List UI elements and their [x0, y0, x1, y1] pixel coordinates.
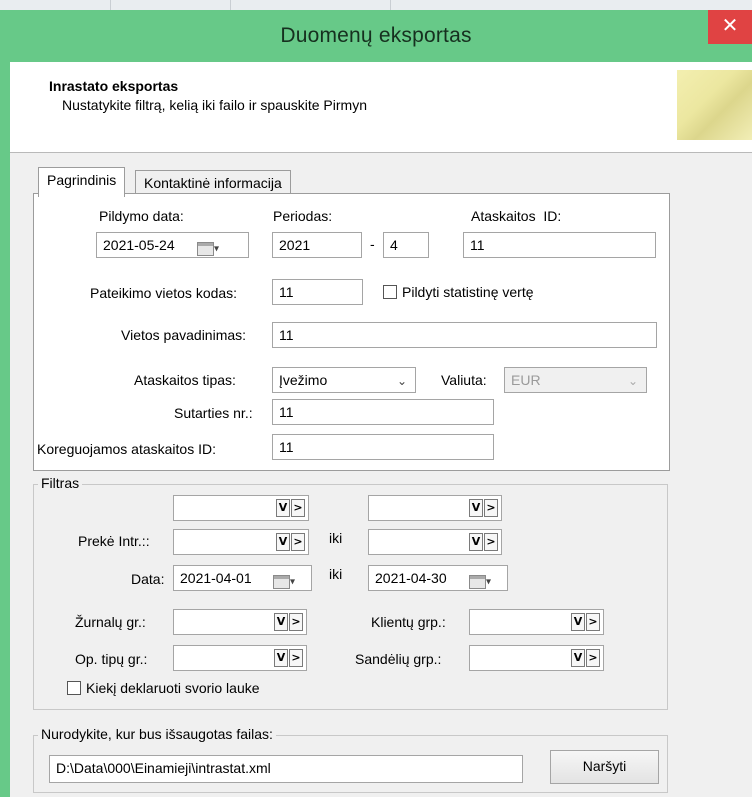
valiuta-value: EUR	[511, 372, 541, 388]
arrow-right-icon[interactable]: >	[291, 533, 305, 551]
pildymo-data-picker[interactable]: 2021-05-24 ▾	[96, 232, 249, 258]
file-group-label: Nurodykite, kur bus išsaugotas failas:	[38, 726, 276, 742]
sandeliu-grp-input[interactable]: V >	[469, 645, 604, 671]
file-path-input[interactable]: D:\Data\000\Einamieji\intrastat.xml	[49, 755, 523, 783]
close-icon: ✕	[721, 13, 739, 37]
header-image	[677, 70, 752, 140]
filter-icon[interactable]: V	[274, 649, 288, 667]
calendar-icon[interactable]	[197, 242, 214, 257]
arrow-right-icon[interactable]: >	[484, 533, 498, 551]
koreguojamos-ataskaitos-id-label: Koreguojamos ataskaitos ID:	[37, 441, 216, 457]
zurnalu-gr-label: Žurnalų gr.:	[75, 614, 146, 630]
preke-extra-to-input[interactable]: V >	[368, 495, 502, 521]
date-to-picker[interactable]: 2021-04-30 ▾	[368, 565, 508, 591]
vietos-pavadinimas-input[interactable]: 11	[272, 322, 657, 348]
ataskaitos-tipas-select[interactable]: Įvežimo ⌄	[272, 367, 416, 393]
pildyti-statistine-verte-checkbox[interactable]	[383, 285, 397, 299]
periodas-year-input[interactable]: 2021	[272, 232, 362, 258]
ataskaitos-tipas-value: Įvežimo	[279, 372, 328, 388]
date-from-picker[interactable]: 2021-04-01 ▾	[173, 565, 312, 591]
dropdown-caret-icon[interactable]: ▾	[290, 576, 295, 587]
header-subtitle: Nustatykite filtrą, kelią iki failo ir s…	[62, 97, 367, 113]
filter-icon[interactable]: V	[276, 533, 290, 551]
vietos-pavadinimas-label: Vietos pavadinimas:	[121, 327, 247, 343]
klientu-grp-label: Klientų grp.:	[371, 614, 446, 630]
sutarties-nr-input[interactable]: 11	[272, 399, 494, 425]
filter-icon[interactable]: V	[274, 613, 288, 631]
preke-intr-label: Prekė Intr.::	[78, 533, 150, 549]
dropdown-caret-icon[interactable]: ▾	[214, 243, 219, 254]
pateikimo-vietos-kodas-input[interactable]: 11	[272, 279, 363, 305]
chevron-down-icon: ⌄	[627, 374, 638, 388]
zurnalu-gr-input[interactable]: V >	[173, 609, 307, 635]
chevron-down-icon: ⌄	[396, 374, 407, 388]
op-tipu-gr-input[interactable]: V >	[173, 645, 307, 671]
top-strip	[0, 0, 752, 10]
filter-icon[interactable]: V	[571, 649, 585, 667]
date-iki-label: iki	[329, 566, 343, 582]
close-button[interactable]: ✕	[708, 10, 752, 44]
periodas-separator: -	[370, 236, 375, 252]
arrow-right-icon[interactable]: >	[291, 499, 305, 517]
header-title: Inrastato eksportas	[49, 78, 179, 94]
arrow-right-icon[interactable]: >	[289, 649, 303, 667]
pildymo-data-label: Pildymo data:	[99, 208, 184, 224]
preke-extra-from-input[interactable]: V >	[173, 495, 309, 521]
browse-button[interactable]: Naršyti	[550, 750, 659, 784]
periodas-month-input[interactable]: 4	[383, 232, 429, 258]
window-title: Duomenų eksportas	[280, 24, 472, 47]
koreguojamos-ataskaitos-id-input[interactable]: 11	[272, 434, 494, 460]
dropdown-caret-icon[interactable]: ▾	[486, 576, 491, 587]
calendar-icon[interactable]	[469, 575, 486, 590]
pildymo-data-value: 2021-05-24	[103, 237, 175, 253]
preke-iki-label: iki	[329, 530, 343, 546]
data-label: Data:	[131, 571, 165, 587]
filter-icon[interactable]: V	[571, 613, 585, 631]
valiuta-select: EUR ⌄	[504, 367, 647, 393]
window-left-edge	[0, 62, 10, 797]
filter-group-label: Filtras	[38, 475, 83, 491]
sandeliu-grp-label: Sandėlių grp.:	[355, 651, 442, 667]
filter-group	[33, 484, 668, 710]
filter-icon[interactable]: V	[469, 533, 483, 551]
tab-pagrindinis[interactable]: Pagrindinis	[38, 167, 126, 197]
arrow-right-icon[interactable]: >	[484, 499, 498, 517]
date-to-value: 2021-04-30	[375, 570, 447, 586]
calendar-icon[interactable]	[273, 575, 290, 590]
arrow-right-icon[interactable]: >	[586, 613, 600, 631]
ataskaitos-tipas-label: Ataskaitos tipas:	[134, 372, 236, 388]
kieki-deklaruoti-label: Kiekį deklaruoti svorio lauke	[86, 680, 260, 696]
valiuta-label: Valiuta:	[441, 372, 487, 388]
kieki-deklaruoti-checkbox[interactable]	[67, 681, 81, 695]
sutarties-nr-label: Sutarties nr.:	[174, 405, 253, 421]
arrow-right-icon[interactable]: >	[586, 649, 600, 667]
klientu-grp-input[interactable]: V >	[469, 609, 604, 635]
preke-intr-to-input[interactable]: V >	[368, 529, 502, 555]
date-from-value: 2021-04-01	[180, 570, 252, 586]
filter-icon[interactable]: V	[469, 499, 483, 517]
op-tipu-gr-label: Op. tipų gr.:	[75, 651, 148, 667]
filter-icon[interactable]: V	[276, 499, 290, 517]
ataskaitos-id-input[interactable]: 11	[463, 232, 656, 258]
periodas-label: Periodas:	[273, 208, 333, 224]
preke-intr-from-input[interactable]: V >	[173, 529, 309, 555]
arrow-right-icon[interactable]: >	[289, 613, 303, 631]
ataskaitos-id-label: Ataskaitos ID:	[471, 208, 562, 224]
pildyti-statistine-verte-label: Pildyti statistinę vertę	[402, 284, 534, 300]
pateikimo-vietos-kodas-label: Pateikimo vietos kodas:	[90, 285, 238, 301]
